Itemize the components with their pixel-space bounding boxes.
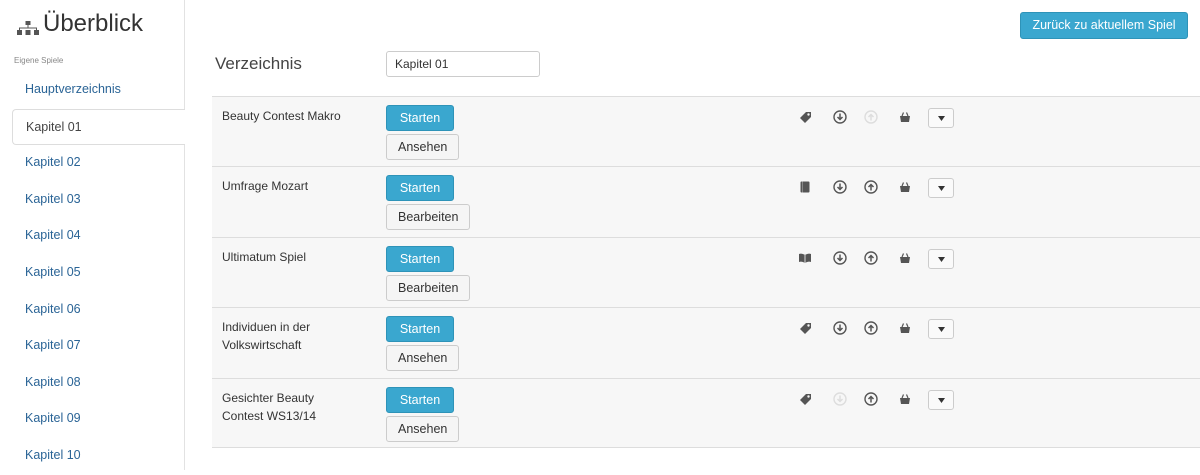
sidebar-item-kapitel-04[interactable]: Kapitel 04 [0, 218, 185, 255]
start-button[interactable]: Starten [386, 386, 454, 413]
view-button[interactable]: Ansehen [386, 134, 460, 160]
table-row: Gesichter Beauty Contest WS13/14 Starten… [212, 377, 1200, 448]
caret-down-icon [938, 186, 945, 192]
caret-down-icon [938, 256, 945, 262]
caret-down-icon [938, 327, 945, 333]
sidebar-item-kapitel-01[interactable]: Kapitel 01 [12, 108, 185, 146]
download-icon[interactable] [833, 110, 847, 124]
basket-icon[interactable] [898, 180, 912, 194]
more-options-dropdown[interactable] [928, 178, 954, 199]
sidebar-nav: Hauptverzeichnis Kapitel 01 Kapitel 02 K… [0, 72, 185, 475]
download-icon [833, 391, 847, 406]
sidebar-item-kapitel-05[interactable]: Kapitel 05 [0, 255, 185, 292]
tag-icon[interactable] [798, 392, 812, 406]
view-button[interactable]: Ansehen [386, 415, 460, 442]
upload-icon[interactable] [864, 391, 878, 406]
page-title: Überblick [43, 10, 144, 37]
start-button[interactable]: Starten [386, 245, 454, 272]
more-options-dropdown[interactable] [928, 108, 954, 128]
start-button[interactable]: Starten [386, 105, 454, 131]
tag-icon[interactable] [798, 321, 812, 335]
book-icon[interactable] [798, 180, 812, 194]
game-title: Beauty Contest Makro [222, 109, 341, 123]
download-icon[interactable] [833, 180, 847, 195]
sidebar-heading: Eigene Spiele [14, 56, 64, 65]
caret-down-icon [938, 397, 945, 403]
more-options-dropdown[interactable] [928, 248, 954, 269]
download-icon[interactable] [833, 251, 847, 265]
sidebar-item-kapitel-07[interactable]: Kapitel 07 [0, 328, 185, 365]
download-icon[interactable] [833, 321, 847, 335]
table-row: Beauty Contest Makro Starten Ansehen [212, 96, 1200, 167]
sidebar-item-kapitel-02[interactable]: Kapitel 02 [0, 145, 185, 182]
sidebar-item-kapitel-03[interactable]: Kapitel 03 [0, 182, 185, 219]
upload-icon[interactable] [864, 251, 878, 265]
sitemap-icon [17, 21, 39, 35]
table-row: Individuen in der Volkswirtschaft Starte… [212, 307, 1200, 378]
more-options-dropdown[interactable] [928, 319, 954, 340]
table-row: Umfrage Mozart Starten Bearbeiten [212, 166, 1200, 237]
start-button[interactable]: Starten [386, 316, 454, 343]
directory-input[interactable] [386, 51, 540, 77]
directory-label: Verzeichnis [215, 54, 302, 73]
game-title: Gesichter Beauty Contest WS13/14 [222, 390, 317, 423]
sidebar-item-kapitel-10[interactable]: Kapitel 10 [0, 438, 185, 475]
upload-icon[interactable] [864, 180, 878, 195]
back-to-current-game-button[interactable]: Zurück zu aktuellem Spiel [1020, 12, 1188, 39]
basket-icon[interactable] [898, 321, 912, 335]
caret-down-icon [938, 116, 945, 121]
sidebar-item-kapitel-08[interactable]: Kapitel 08 [0, 365, 185, 402]
basket-icon[interactable] [898, 251, 912, 265]
upload-icon [864, 110, 878, 124]
brand: Überblick [17, 10, 143, 38]
sidebar-item-kapitel-09[interactable]: Kapitel 09 [0, 401, 185, 438]
games-table: Beauty Contest Makro Starten Ansehen Umf… [212, 96, 1200, 448]
sidebar: Überblick Eigene Spiele Hauptverzeichnis… [0, 0, 185, 470]
sidebar-item-kapitel-06[interactable]: Kapitel 06 [0, 292, 185, 329]
view-button[interactable]: Ansehen [386, 345, 460, 372]
basket-icon[interactable] [898, 110, 912, 124]
sidebar-item-hauptverzeichnis[interactable]: Hauptverzeichnis [0, 72, 185, 109]
edit-button[interactable]: Bearbeiten [386, 274, 471, 301]
game-title: Individuen in der Volkswirtschaft [222, 320, 311, 353]
basket-icon[interactable] [898, 392, 912, 406]
tag-icon[interactable] [798, 110, 812, 124]
start-button[interactable]: Starten [386, 175, 454, 202]
game-title: Umfrage Mozart [222, 179, 309, 194]
edit-button[interactable]: Bearbeiten [386, 204, 471, 231]
more-options-dropdown[interactable] [928, 389, 954, 410]
table-row: Ultimatum Spiel Starten Bearbeiten [212, 236, 1200, 308]
game-title: Ultimatum Spiel [222, 249, 307, 264]
open-book-icon[interactable] [798, 251, 812, 265]
upload-icon[interactable] [864, 321, 878, 335]
